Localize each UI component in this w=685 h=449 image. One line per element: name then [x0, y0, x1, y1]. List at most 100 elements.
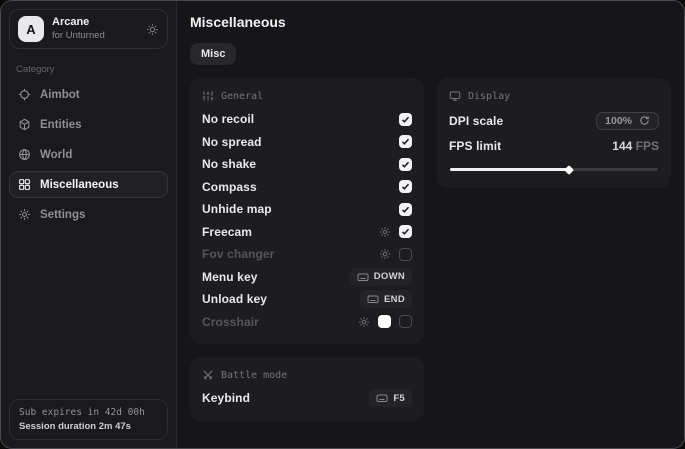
freecam-checkbox[interactable]	[399, 225, 412, 238]
setting-row-unhide-map: Unhide map	[202, 198, 412, 221]
keyboard-icon	[376, 392, 388, 404]
slider-fill	[450, 168, 569, 171]
session-duration-text: Session duration 2m 47s	[19, 421, 158, 432]
globe-icon	[18, 148, 31, 161]
subscription-status-card: Sub expires in 42d 00h Session duration …	[9, 399, 168, 440]
dpi-scale-value: 100%	[605, 115, 632, 127]
display-card-title: Display	[468, 91, 510, 102]
setting-row-no-spread: No spread	[202, 131, 412, 154]
keyboard-icon	[357, 271, 369, 283]
crosshair-settings-gear-icon[interactable]	[358, 316, 370, 328]
right-column: Display DPI scale 100% FPS limit 144 FPS	[437, 78, 671, 188]
fps-limit-value: 144 FPS	[612, 139, 659, 153]
setting-label: Fov changer	[202, 247, 373, 261]
setting-label: Freecam	[202, 225, 373, 239]
no-recoil-checkbox[interactable]	[399, 113, 412, 126]
app-title: Arcane	[52, 16, 105, 30]
keyboard-icon	[367, 293, 379, 305]
setting-label: No shake	[202, 157, 393, 171]
sidebar-item-settings[interactable]: Settings	[9, 201, 168, 228]
content-columns: General No recoil No spread	[190, 78, 671, 421]
setting-label: DPI scale	[449, 114, 596, 128]
reset-refresh-icon[interactable]	[639, 115, 650, 126]
no-shake-checkbox[interactable]	[399, 158, 412, 171]
setting-row-fov-changer: Fov changer	[202, 243, 412, 266]
sidebar-item-label: Entities	[40, 119, 82, 131]
crosshair-icon	[18, 88, 31, 101]
sliders-icon	[202, 90, 214, 102]
unload-key-value: END	[384, 294, 405, 305]
general-card: General No recoil No spread	[190, 78, 424, 344]
setting-row-freecam: Freecam	[202, 221, 412, 244]
setting-label: Keybind	[202, 391, 363, 405]
sidebar-item-world[interactable]: World	[9, 141, 168, 168]
battle-mode-card-header: Battle mode	[202, 369, 412, 381]
setting-label: Crosshair	[202, 315, 352, 329]
sidebar-item-entities[interactable]: Entities	[9, 111, 168, 138]
menu-key-chip[interactable]: DOWN	[350, 268, 412, 286]
general-card-title: General	[221, 91, 263, 102]
setting-label: No spread	[202, 135, 393, 149]
main-panel: Miscellaneous Misc General No recoil	[177, 1, 684, 448]
battle-keybind-value: F5	[393, 393, 405, 404]
sidebar-item-label: Miscellaneous	[40, 179, 119, 191]
fov-settings-gear-icon[interactable]	[379, 248, 391, 260]
unload-key-chip[interactable]: END	[360, 290, 412, 308]
compass-checkbox[interactable]	[399, 180, 412, 193]
tab-bar: Misc	[190, 43, 671, 65]
unhide-map-checkbox[interactable]	[399, 203, 412, 216]
setting-row-no-shake: No shake	[202, 153, 412, 176]
dpi-scale-chip[interactable]: 100%	[596, 112, 659, 130]
sidebar-item-miscellaneous[interactable]: Miscellaneous	[9, 171, 168, 198]
slider-thumb[interactable]	[564, 165, 574, 175]
setting-label: No recoil	[202, 112, 393, 126]
sidebar-item-label: World	[40, 149, 72, 161]
sidebar-nav: Aimbot Entities World Miscellaneous	[9, 81, 168, 228]
setting-row-unload-key: Unload key END	[202, 288, 412, 311]
setting-label: Compass	[202, 180, 393, 194]
display-card: Display DPI scale 100% FPS limit 144 FPS	[437, 78, 671, 188]
sub-expiry-text: Sub expires in 42d 00h	[19, 407, 158, 418]
brand-gear-icon[interactable]	[146, 23, 159, 36]
setting-row-keybind: Keybind F5	[202, 387, 412, 410]
crosshair-checkbox[interactable]	[399, 315, 412, 328]
general-card-header: General	[202, 90, 412, 102]
menu-key-value: DOWN	[374, 271, 405, 282]
sidebar-item-label: Aimbot	[40, 89, 80, 101]
sidebar-item-aimbot[interactable]: Aimbot	[9, 81, 168, 108]
setting-row-dpi-scale: DPI scale 100%	[449, 108, 659, 133]
app-window: A Arcane for Unturned Category Aimbot	[0, 0, 685, 449]
app-logo: A	[18, 16, 44, 42]
no-spread-checkbox[interactable]	[399, 135, 412, 148]
crosshair-color-swatch[interactable]	[378, 315, 391, 328]
gear-icon	[18, 208, 31, 221]
fps-unit: FPS	[636, 139, 659, 153]
grid-icon	[18, 178, 31, 191]
swords-icon	[202, 369, 214, 381]
setting-label: FPS limit	[449, 139, 612, 153]
setting-row-menu-key: Menu key DOWN	[202, 266, 412, 289]
left-column: General No recoil No spread	[190, 78, 424, 421]
page-title: Miscellaneous	[190, 14, 671, 30]
fps-limit-slider[interactable]	[450, 168, 658, 171]
battle-mode-card: Battle mode Keybind F5	[190, 357, 424, 421]
setting-label: Unhide map	[202, 202, 393, 216]
setting-row-crosshair: Crosshair	[202, 311, 412, 334]
battle-keybind-chip[interactable]: F5	[369, 389, 412, 407]
setting-row-no-recoil: No recoil	[202, 108, 412, 131]
monitor-icon	[449, 90, 461, 102]
setting-row-fps-limit: FPS limit 144 FPS	[449, 133, 659, 158]
cube-icon	[18, 118, 31, 131]
tab-misc[interactable]: Misc	[190, 43, 236, 65]
category-label: Category	[16, 64, 161, 75]
setting-label: Menu key	[202, 270, 344, 284]
brand-text: Arcane for Unturned	[52, 16, 105, 42]
setting-row-compass: Compass	[202, 176, 412, 199]
setting-label: Unload key	[202, 292, 354, 306]
battle-mode-card-title: Battle mode	[221, 370, 287, 381]
sidebar-item-label: Settings	[40, 209, 85, 221]
app-subtitle: for Unturned	[52, 30, 105, 42]
brand-card: A Arcane for Unturned	[9, 9, 168, 49]
fov-changer-checkbox[interactable]	[399, 248, 412, 261]
freecam-settings-gear-icon[interactable]	[379, 226, 391, 238]
